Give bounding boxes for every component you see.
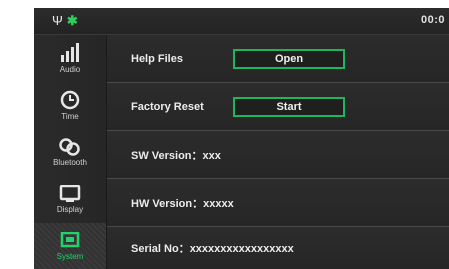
status-icons: Ψ ✱	[52, 13, 78, 29]
sidebar-item-label: Time	[61, 111, 79, 121]
serial-no-row: Serial No：xxxxxxxxxxxxxxxxx	[107, 227, 449, 269]
factory-reset-row: Factory Reset Start	[107, 83, 449, 131]
help-files-row: Help Files Open	[107, 35, 449, 83]
sidebar-item-audio[interactable]: Audio	[34, 35, 106, 81]
display-icon	[59, 184, 81, 202]
sidebar-item-label: Bluetooth	[53, 157, 87, 167]
hw-version-row: HW Version：xxxxx	[107, 179, 449, 227]
status-bar: Ψ ✱ 00:0	[34, 8, 449, 35]
sidebar-item-label: Display	[56, 204, 84, 214]
hw-version-text: HW Version：xxxxx	[131, 195, 234, 211]
serial-no-text: Serial No：xxxxxxxxxxxxxxxxx	[131, 240, 294, 256]
sidebar-item-label: System	[56, 251, 84, 261]
sidebar-item-system[interactable]: System	[34, 223, 106, 269]
sidebar-item-time[interactable]: Time	[34, 82, 106, 128]
equalizer-icon	[61, 42, 79, 62]
start-factory-reset-button[interactable]: Start	[233, 96, 345, 117]
sidebar-item-display[interactable]: Display	[34, 176, 106, 222]
sidebar-item-bluetooth[interactable]: Bluetooth	[34, 129, 106, 175]
help-files-label: Help Files	[131, 52, 183, 65]
clock-icon	[60, 90, 80, 109]
settings-panel: Help Files Open Factory Reset Start SW V…	[107, 35, 449, 269]
hw-version-value: xxxxx	[203, 197, 234, 210]
system-icon	[60, 231, 80, 247]
head-unit-display: Ψ ✱ 00:0 Audio Time Bluetooth Display Sy…	[34, 8, 449, 269]
sidebar-item-label: Audio	[59, 64, 81, 74]
factory-reset-label: Factory Reset	[131, 100, 204, 113]
sw-version-value: xxx	[202, 149, 221, 162]
sw-version-row: SW Version：xxx	[107, 131, 449, 179]
sw-version-label: SW Version：	[131, 149, 203, 162]
hw-version-label: HW Version：	[131, 197, 204, 210]
antenna-icon: Ψ	[52, 13, 63, 28]
sw-version-text: SW Version：xxx	[131, 147, 221, 163]
bluetooth-link-icon	[59, 137, 80, 156]
screen: Ψ ✱ 00:0 Audio Time Bluetooth Display Sy…	[0, 0, 449, 269]
serial-no-label: Serial No：	[131, 243, 190, 255]
sidebar: Audio Time Bluetooth Display System	[34, 35, 107, 269]
bluetooth-icon: ✱	[66, 13, 78, 28]
open-help-files-button[interactable]: Open	[233, 48, 345, 69]
serial-no-value: xxxxxxxxxxxxxxxxx	[189, 243, 294, 255]
clock: 00:0	[420, 14, 445, 26]
